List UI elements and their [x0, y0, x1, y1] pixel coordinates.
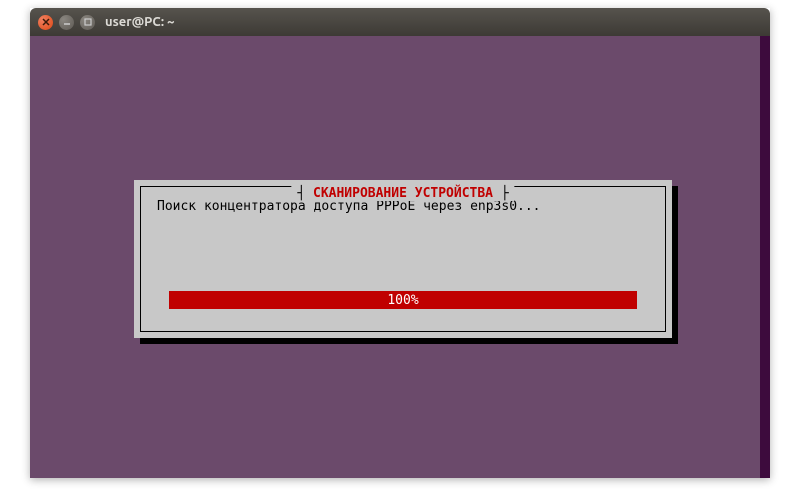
- terminal-window: user@PC: ~ СКАНИРОВАНИЕ УСТРОЙСТВА Поиск…: [30, 8, 770, 478]
- dialog-border: СКАНИРОВАНИЕ УСТРОЙСТВА Поиск концентрат…: [140, 186, 666, 332]
- maximize-icon[interactable]: [80, 15, 95, 30]
- terminal-body: СКАНИРОВАНИЕ УСТРОЙСТВА Поиск концентрат…: [30, 36, 770, 478]
- titlebar[interactable]: user@PC: ~: [30, 8, 770, 36]
- window-controls: [38, 15, 95, 30]
- scan-dialog: СКАНИРОВАНИЕ УСТРОЙСТВА Поиск концентрат…: [134, 180, 672, 338]
- close-icon[interactable]: [38, 15, 53, 30]
- dialog-title: СКАНИРОВАНИЕ УСТРОЙСТВА: [291, 186, 514, 201]
- progress-bar: 100%: [169, 291, 637, 309]
- window-title: user@PC: ~: [105, 15, 175, 29]
- progress-percent: 100%: [387, 293, 418, 308]
- dialog-message: Поиск концентратора доступа PPPoE через …: [157, 199, 649, 214]
- minimize-icon[interactable]: [59, 15, 74, 30]
